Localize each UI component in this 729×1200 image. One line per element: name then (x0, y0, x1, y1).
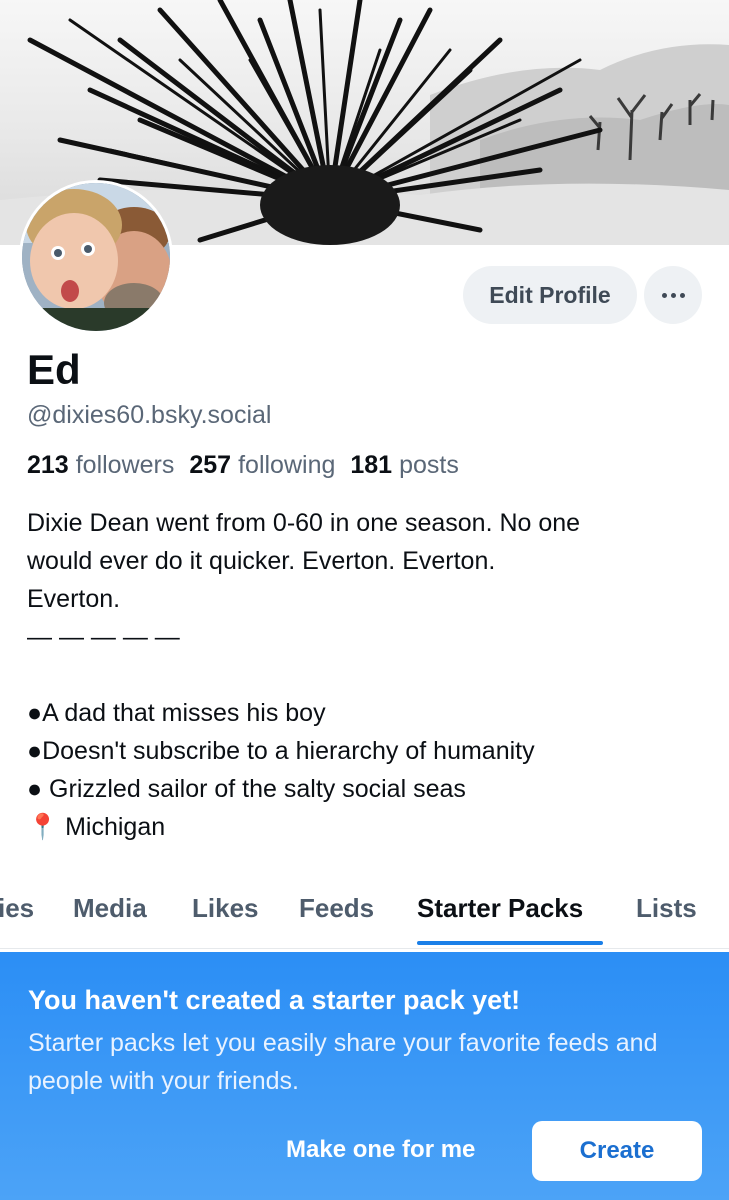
posts-count: 181 (350, 451, 393, 479)
bio-line: ●Doesn't subscribe to a hierarchy of hum… (27, 737, 535, 765)
following-stat[interactable]: 257 following (189, 448, 335, 482)
followers-label: followers (75, 451, 175, 479)
edit-profile-button[interactable]: Edit Profile (463, 266, 637, 324)
more-options-button[interactable] (644, 266, 702, 324)
create-starter-pack-button[interactable]: Create (532, 1121, 702, 1181)
bio-line: ●A dad that misses his boy (27, 699, 326, 727)
create-button-label: Create (579, 1137, 655, 1164)
avatar-image (22, 183, 170, 331)
promo-description: Starter packs let you easily share your … (28, 1029, 658, 1095)
starter-pack-promo: You haven't created a starter pack yet! … (0, 952, 729, 1200)
bio-line (27, 656, 717, 694)
profile-stats: 213 followers 257 following 181 posts (27, 448, 474, 482)
tab-replies[interactable]: ies (0, 890, 34, 926)
followers-count: 213 (27, 451, 69, 479)
tab-lists[interactable]: Lists (636, 890, 697, 926)
tab-likes[interactable]: Likes (192, 890, 259, 926)
tab-feeds[interactable]: Feeds (299, 890, 374, 926)
following-count: 257 (189, 451, 232, 479)
tab-media[interactable]: Media (73, 890, 147, 926)
bio-line: would ever do it quicker. Everton. Evert… (27, 547, 496, 575)
posts-label: posts (399, 451, 459, 479)
active-tab-indicator (417, 941, 603, 945)
promo-title: You haven't created a starter pack yet! (28, 985, 521, 1015)
followers-stat[interactable]: 213 followers (27, 448, 174, 482)
bio-line: Everton. (27, 585, 121, 613)
posts-stat: 181 posts (350, 448, 458, 482)
make-one-for-me-button[interactable]: Make one for me (286, 1134, 475, 1166)
bio-line: 📍 Michigan (27, 813, 166, 841)
ellipsis-icon (661, 292, 685, 298)
avatar[interactable] (19, 180, 173, 334)
profile-tabs: ies Media Likes Feeds Starter Packs List… (0, 880, 729, 949)
bio-line: Dixie Dean went from 0-60 in one season.… (27, 509, 581, 537)
display-name: Ed (27, 346, 81, 393)
profile-handle: @dixies60.bsky.social (27, 401, 272, 429)
bio-line: ● Grizzled sailor of the salty social se… (27, 775, 466, 803)
edit-profile-label: Edit Profile (489, 281, 611, 308)
bio-line: — — — — — (27, 623, 180, 651)
following-label: following (238, 451, 336, 479)
tab-starter-packs[interactable]: Starter Packs (417, 890, 583, 926)
profile-bio: Dixie Dean went from 0-60 in one season.… (27, 504, 717, 846)
